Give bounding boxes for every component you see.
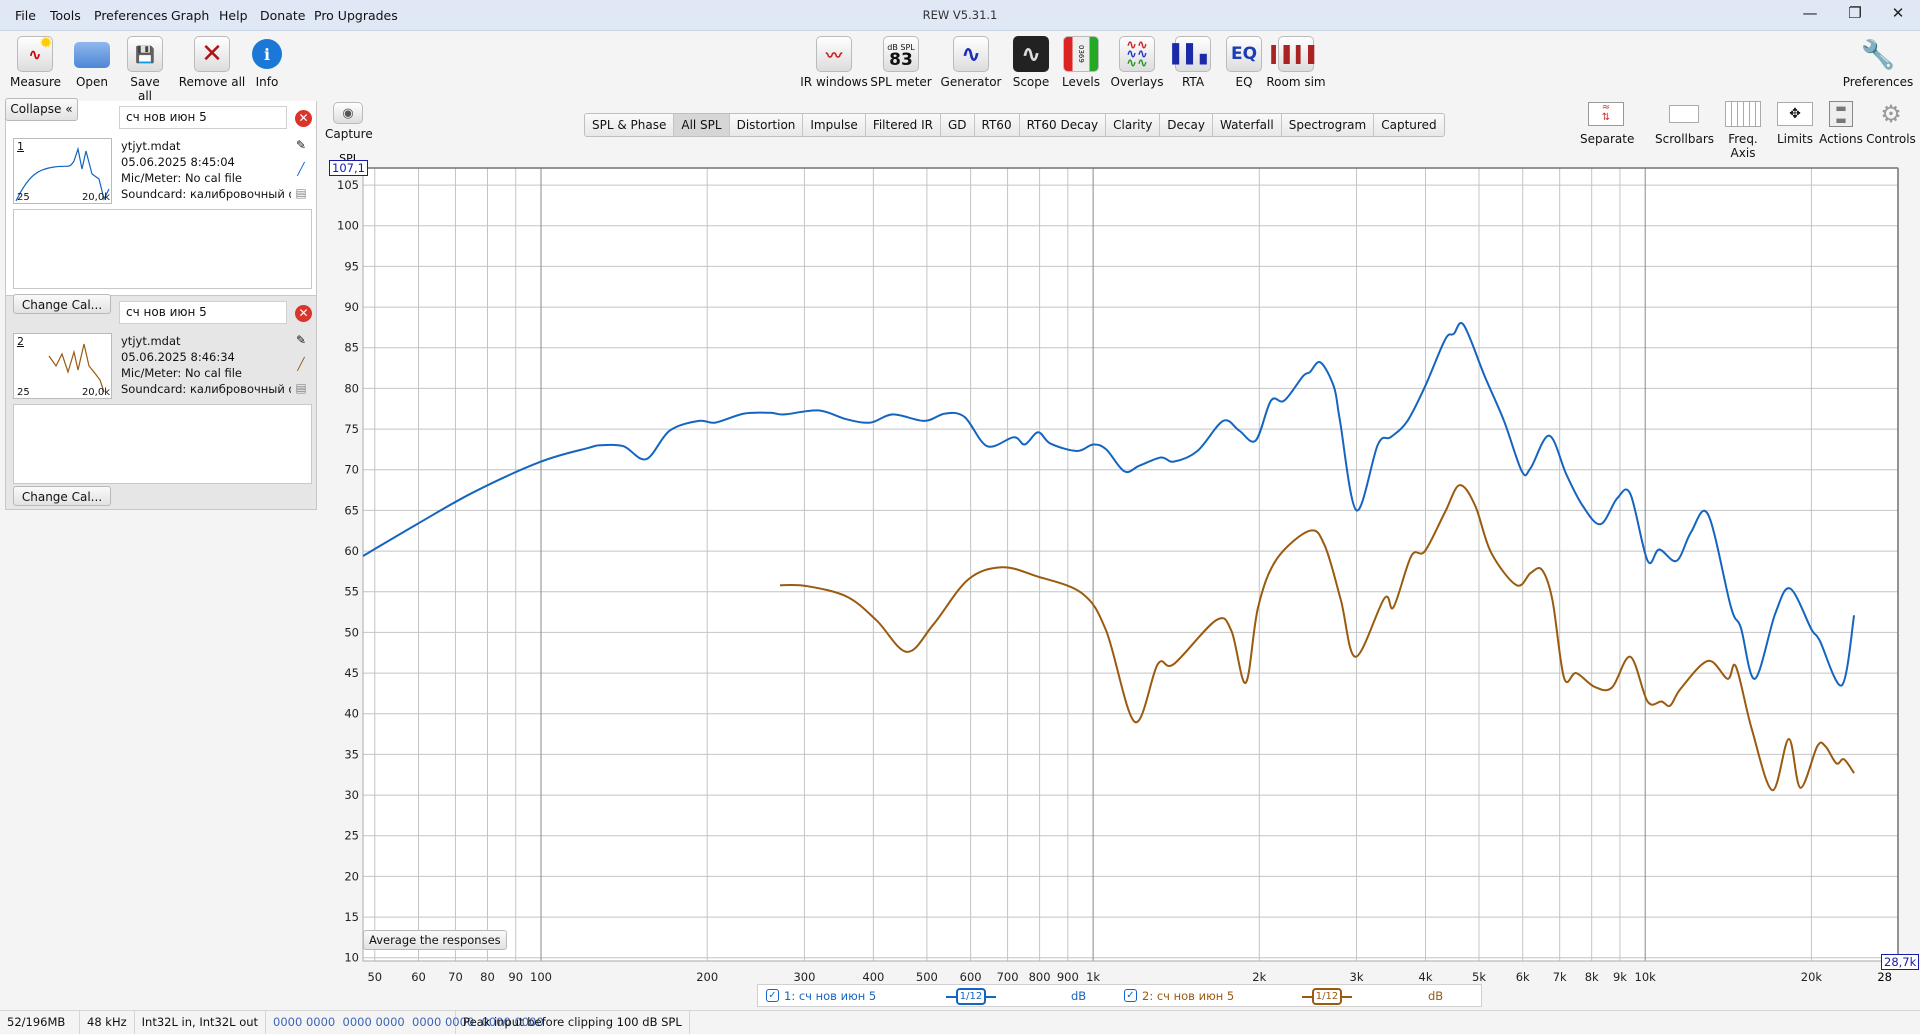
x-tick-label: 9k (1613, 970, 1627, 984)
x-tick-label: 7k (1553, 970, 1567, 984)
y-tick-label: 20 (344, 869, 359, 883)
average-responses-button[interactable]: Average the responses (363, 930, 507, 950)
y-tick-label: 75 (344, 422, 359, 436)
x-tick-label: 200 (696, 970, 718, 984)
y-tick-label: 25 (344, 829, 359, 843)
sample-rate: 48 kHz (80, 1011, 135, 1034)
collapse-label: Collapse (10, 102, 62, 116)
y-tick-label: 55 (344, 585, 359, 599)
graph-legend: ✓ 1: сч нов июн 5 1/12 dB ✓ 2: сч нов ию… (757, 984, 1482, 1007)
x-tick-label-partial: 28 (1877, 970, 1892, 984)
x-tick-label: 90 (508, 970, 523, 984)
y-tick-label: 15 (344, 910, 359, 924)
x-tick-label: 20k (1801, 970, 1823, 984)
series-2-smoothing[interactable]: 1/12 (1302, 988, 1352, 1005)
y-tick-label: 65 (344, 503, 359, 517)
change-cal-button[interactable]: Change Cal... (13, 294, 111, 314)
collapse-button[interactable]: Collapse « (5, 98, 78, 121)
x-tick-label: 10k (1635, 970, 1657, 984)
y-tick-label: 10 (344, 951, 359, 965)
x-tick-label: 70 (448, 970, 463, 984)
y-tick-label: 100 (337, 219, 359, 233)
x-tick-label: 800 (1029, 970, 1051, 984)
x-tick-label: 4k (1419, 970, 1433, 984)
series-1-label: 1: сч нов июн 5 (784, 989, 877, 1003)
series-1-unit: dB (1071, 989, 1087, 1003)
memory-usage: 52/196MB (0, 1011, 80, 1034)
x-tick-label: 400 (862, 970, 884, 984)
y-tick-label: 40 (344, 707, 359, 721)
x-tick-label: 6k (1516, 970, 1530, 984)
series-1-smoothing[interactable]: 1/12 (946, 988, 996, 1005)
x-tick-label: 900 (1057, 970, 1079, 984)
series-2-label: 2: сч нов июн 5 (1142, 989, 1235, 1003)
x-tick-label: 50 (367, 970, 382, 984)
input-levels: 0000 0000 0000 0000 0000 0000 0000 0000 (266, 1011, 544, 1034)
y-tick-label: 60 (344, 544, 359, 558)
x-tick-label: 1k (1086, 970, 1100, 984)
x-tick-label: 5k (1472, 970, 1486, 984)
series-1-checkbox[interactable]: ✓ (766, 989, 779, 1002)
x-tick-label: 60 (411, 970, 426, 984)
x-tick-label: 600 (960, 970, 982, 984)
y-tick-label: 85 (344, 341, 359, 355)
x-tick-label: 700 (997, 970, 1019, 984)
double-chevron-left-icon: « (65, 102, 73, 116)
y-tick-label: 50 (344, 625, 359, 639)
x-tick-label: 500 (916, 970, 938, 984)
series-2-unit: dB (1428, 989, 1444, 1003)
x-tick-label: 8k (1585, 970, 1599, 984)
x-tick-label: 300 (793, 970, 815, 984)
status-bar: 52/196MB 48 kHz Int32L in, Int32L out 00… (0, 1010, 1920, 1034)
spl-graph[interactable]: 10 15 20 25 30 35 40 45 50 55 60 65 70 75 80 85 90 95 100 1… (0, 0, 1920, 1034)
x-max-readout[interactable]: 28,7k (1881, 954, 1920, 970)
x-tick-label: 3k (1350, 970, 1364, 984)
y-max-readout[interactable]: 107,1 (329, 160, 368, 176)
y-tick-label: 70 (344, 463, 359, 477)
y-tick-label: 90 (344, 300, 359, 314)
y-tick-label: 35 (344, 747, 359, 761)
plot-area (363, 168, 1898, 961)
x-tick-label: 100 (530, 970, 552, 984)
change-cal-button[interactable]: Change Cal... (13, 486, 111, 506)
y-tick-label: 95 (344, 259, 359, 273)
y-tick-label: 45 (344, 666, 359, 680)
series-2-checkbox[interactable]: ✓ (1124, 989, 1137, 1002)
x-tick-label: 2k (1252, 970, 1266, 984)
y-tick-label: 80 (344, 381, 359, 395)
y-tick-label: 105 (337, 178, 359, 192)
x-tick-label: 80 (480, 970, 495, 984)
y-tick-label: 30 (344, 788, 359, 802)
peak-input: Peak input before clipping 100 dB SPL (456, 1011, 690, 1034)
io-format: Int32L in, Int32L out (135, 1011, 267, 1034)
